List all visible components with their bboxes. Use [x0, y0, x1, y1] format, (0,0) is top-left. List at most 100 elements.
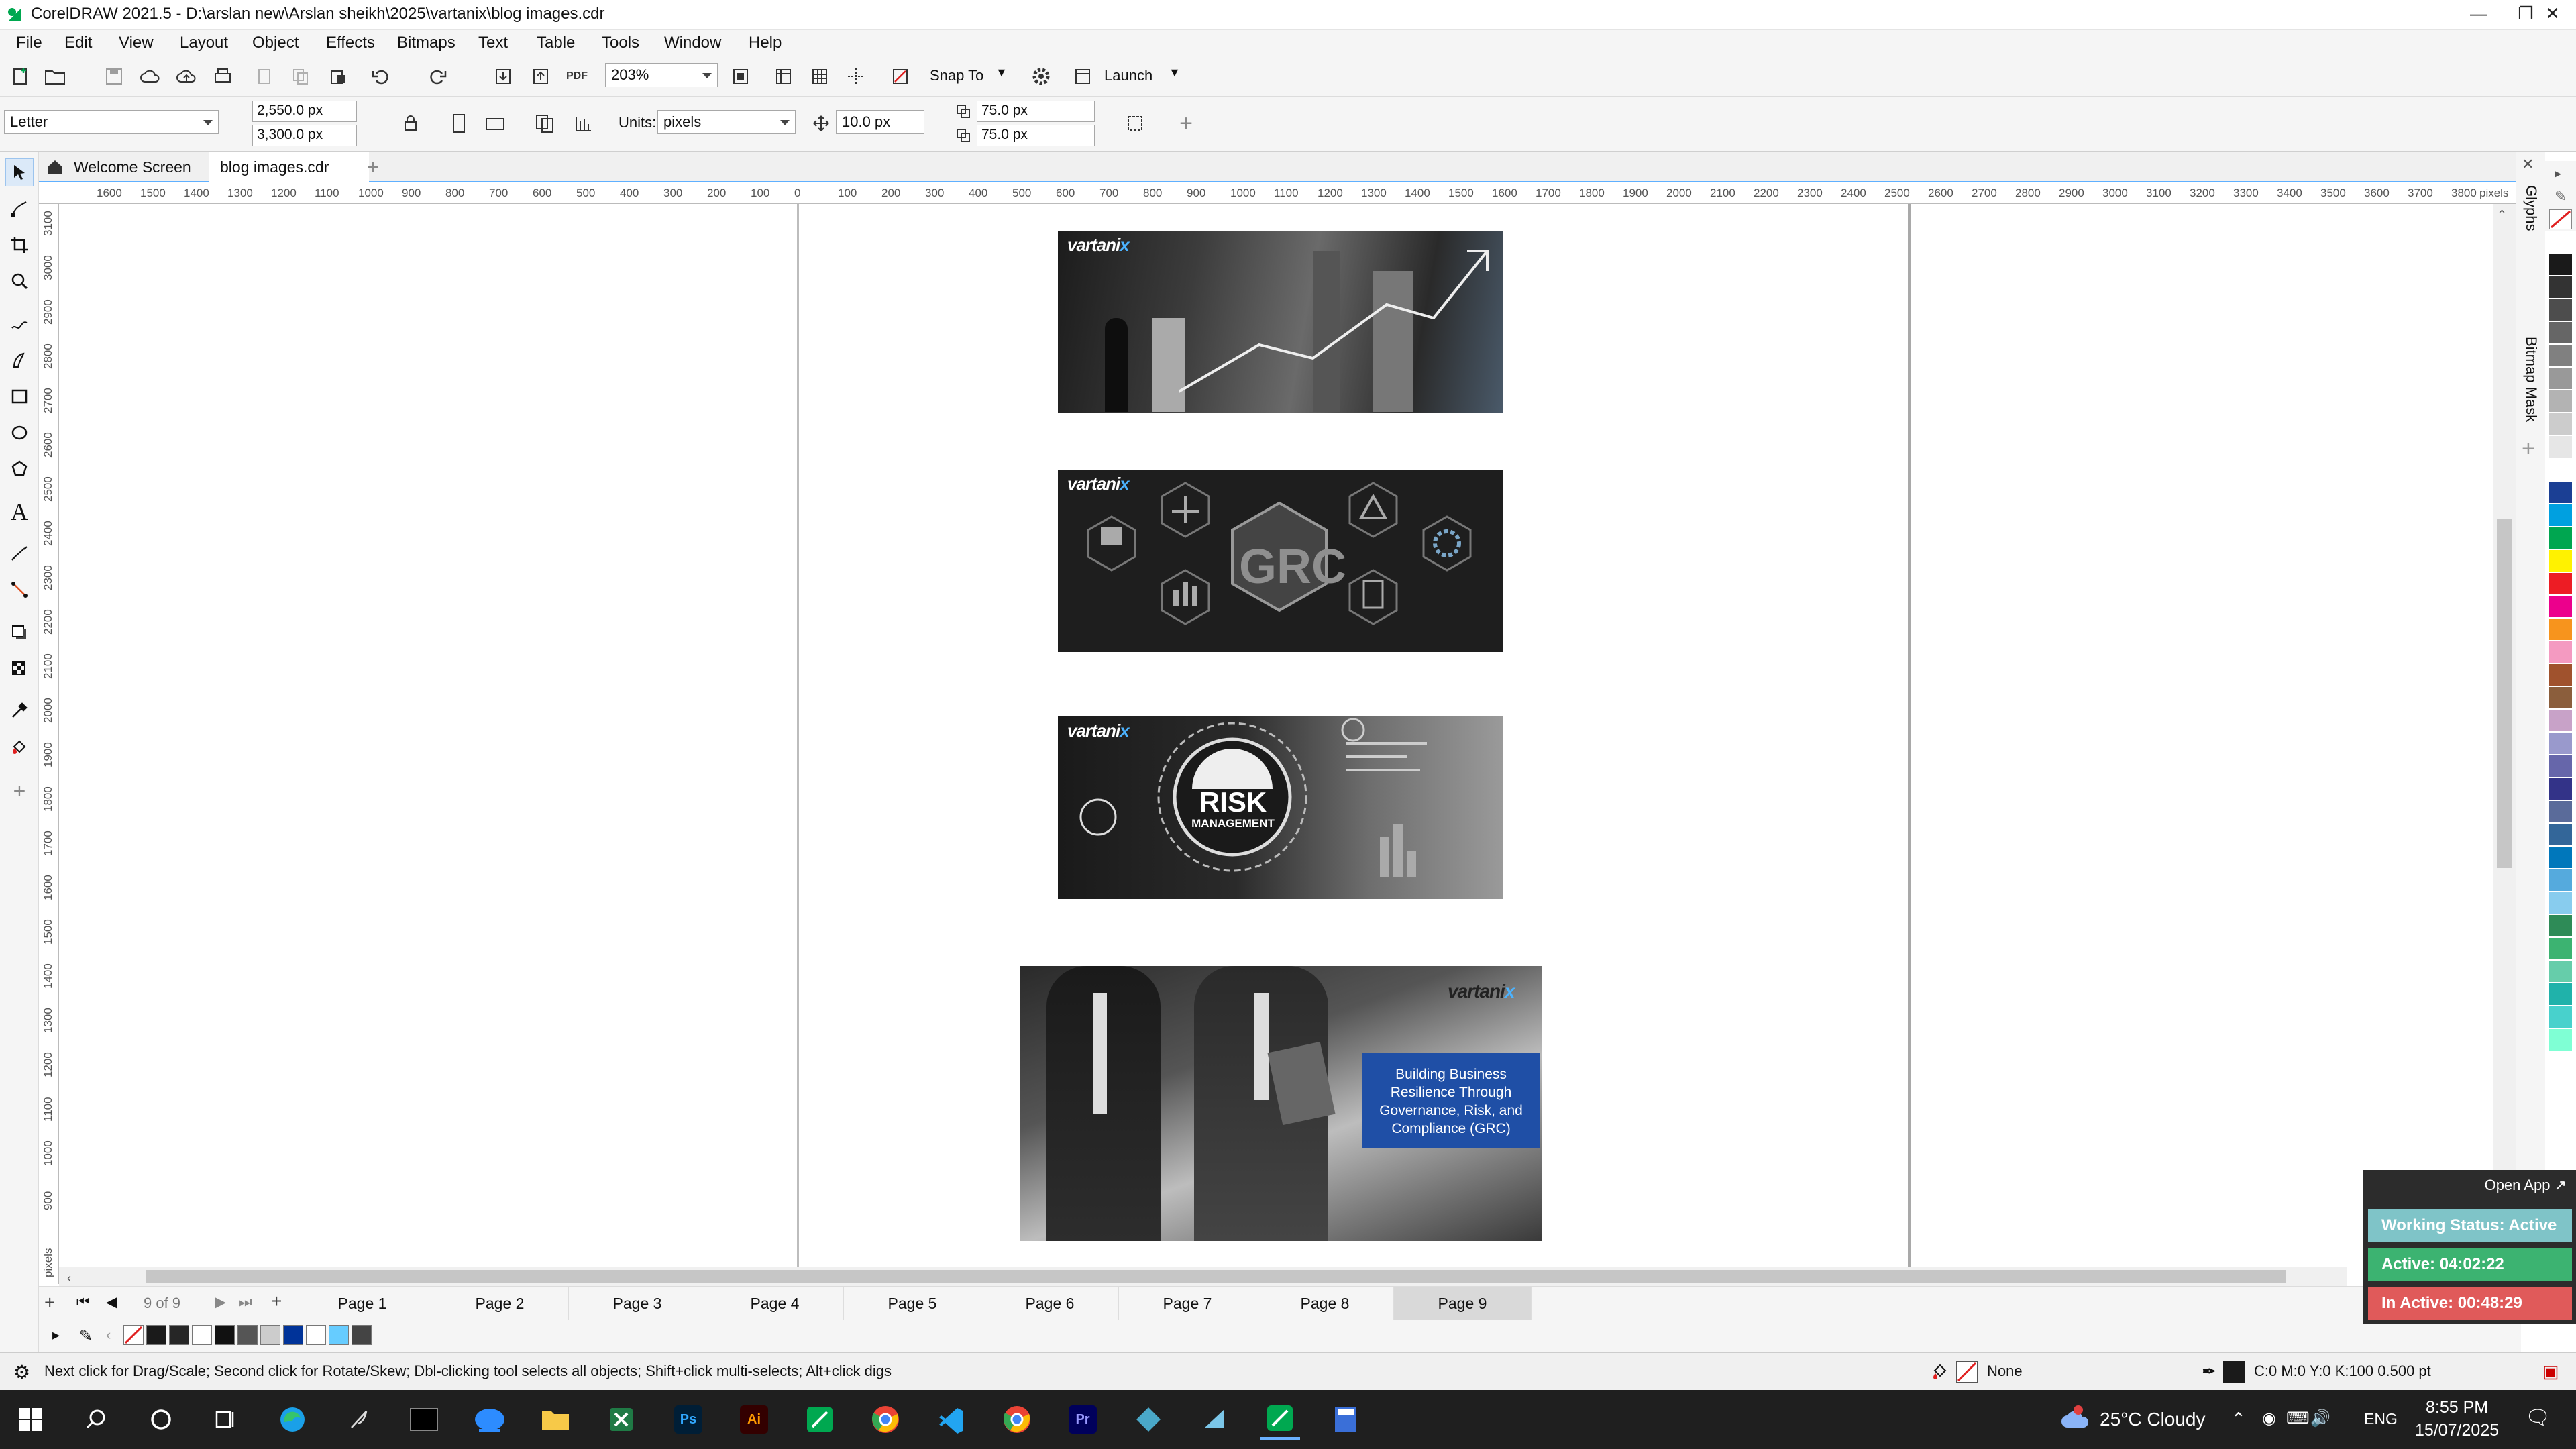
- polygon-tool-icon[interactable]: [5, 455, 34, 483]
- snap-to-label[interactable]: Snap To: [930, 67, 983, 85]
- horizontal-ruler[interactable]: 1600 1500 1400 1300 1200 1100 1000 900 800 700 600…: [54, 182, 2516, 204]
- palette-color-swatch[interactable]: [2549, 504, 2572, 526]
- page-height-input[interactable]: 3,300.0 px: [252, 125, 357, 146]
- drop-shadow-tool-icon[interactable]: [5, 619, 34, 647]
- blog-image-3[interactable]: RISK MANAGEMENT vartanix: [1058, 716, 1503, 899]
- add-page-after-icon[interactable]: +: [271, 1291, 282, 1312]
- text-tool-icon[interactable]: A: [5, 498, 34, 526]
- page-tab-4[interactable]: Page 4: [706, 1287, 844, 1320]
- all-pages-icon[interactable]: [530, 109, 559, 138]
- rectangle-tool-icon[interactable]: [5, 382, 34, 411]
- palette-color-swatch[interactable]: [2549, 801, 2572, 822]
- coreldraw-active-icon[interactable]: [1260, 1399, 1300, 1440]
- add-page-before-icon[interactable]: +: [44, 1292, 55, 1313]
- terminal-icon[interactable]: [404, 1399, 444, 1440]
- palette-color-swatch[interactable]: [2549, 710, 2572, 731]
- page-tab-8[interactable]: Page 8: [1256, 1287, 1394, 1320]
- ellipse-tool-icon[interactable]: [5, 419, 34, 447]
- freehand-tool-icon[interactable]: [5, 310, 34, 338]
- menu-table[interactable]: Table: [537, 34, 575, 52]
- palette-color-swatch[interactable]: [2549, 459, 2572, 480]
- color-swatch[interactable]: [352, 1325, 372, 1345]
- parallel-dimension-tool-icon[interactable]: [5, 539, 34, 568]
- search-icon[interactable]: [76, 1399, 117, 1440]
- palette-color-swatch[interactable]: [2549, 733, 2572, 754]
- photoshop-icon[interactable]: Ps: [668, 1399, 708, 1440]
- minimize-button[interactable]: —: [2455, 0, 2502, 27]
- palette-scroll-up-icon[interactable]: ▸: [2555, 165, 2561, 182]
- palette-color-swatch[interactable]: [2549, 687, 2572, 708]
- shape-tool-icon[interactable]: [5, 195, 34, 223]
- color-swatch[interactable]: [283, 1325, 303, 1345]
- color-swatch[interactable]: [306, 1325, 326, 1345]
- launch-label[interactable]: Launch: [1104, 67, 1152, 85]
- illustrator-icon[interactable]: Ai: [734, 1399, 774, 1440]
- palette-color-swatch[interactable]: [2549, 847, 2572, 868]
- scroll-up-icon[interactable]: ⌃: [2497, 208, 2507, 222]
- file-explorer-icon[interactable]: [535, 1399, 576, 1440]
- export-icon[interactable]: [526, 62, 555, 91]
- eyedropper-tool-icon[interactable]: [5, 696, 34, 724]
- color-swatch[interactable]: [237, 1325, 258, 1345]
- tab-welcome-screen[interactable]: Welcome Screen: [42, 152, 203, 182]
- show-guidelines-icon[interactable]: [841, 62, 871, 91]
- menu-text[interactable]: Text: [478, 34, 508, 52]
- landscape-icon[interactable]: [480, 109, 510, 138]
- page-tab-2[interactable]: Page 2: [431, 1287, 569, 1320]
- cloud-upload-icon[interactable]: [172, 62, 201, 91]
- palette-color-swatch[interactable]: [2549, 254, 2572, 275]
- palette-color-swatch[interactable]: [2549, 550, 2572, 572]
- previous-page-icon[interactable]: ◀: [106, 1293, 117, 1311]
- menu-layout[interactable]: Layout: [180, 34, 228, 52]
- color-swatch[interactable]: [146, 1325, 166, 1345]
- new-document-icon[interactable]: [5, 62, 35, 91]
- units-select[interactable]: pixels: [657, 110, 796, 134]
- vscode-icon[interactable]: [931, 1399, 971, 1440]
- show-grid-icon[interactable]: [805, 62, 835, 91]
- color-swatch[interactable]: [329, 1325, 349, 1345]
- scroll-left-icon[interactable]: ‹: [59, 1271, 79, 1285]
- tray-network-icon[interactable]: ⌨: [2286, 1409, 2310, 1428]
- snap-off-icon[interactable]: [885, 62, 915, 91]
- outline-color-swatch[interactable]: [2223, 1361, 2245, 1383]
- current-page-icon[interactable]: [569, 109, 598, 138]
- palette-color-swatch[interactable]: [2549, 778, 2572, 800]
- nudge-icon[interactable]: [806, 109, 836, 138]
- notifications-icon[interactable]: 🗨: [2525, 1406, 2551, 1430]
- color-swatch[interactable]: [192, 1325, 212, 1345]
- blog-image-4[interactable]: vartanix Building Business Resilience Th…: [1020, 966, 1542, 1241]
- vertical-ruler[interactable]: 3100 3000 2900 2800 2700 2600 2500 2400 2300 2200…: [39, 204, 59, 1284]
- menu-help[interactable]: Help: [749, 34, 782, 52]
- palette-color-swatch[interactable]: [2549, 527, 2572, 549]
- clock-date[interactable]: 15/07/2025: [2415, 1421, 2499, 1440]
- menu-object[interactable]: Object: [252, 34, 299, 52]
- launch-chevron-down-icon[interactable]: ▼: [1169, 66, 1181, 80]
- calculator-icon[interactable]: [1326, 1399, 1366, 1440]
- pdf-icon[interactable]: PDF: [562, 62, 592, 91]
- palette-color-swatch[interactable]: [2549, 755, 2572, 777]
- print-icon[interactable]: [208, 62, 237, 91]
- start-windows-icon[interactable]: [11, 1399, 51, 1440]
- palette-color-swatch[interactable]: [2549, 1006, 2572, 1028]
- vertical-scrollbar[interactable]: ⌃: [2493, 204, 2516, 1267]
- palette-color-swatch[interactable]: [2549, 299, 2572, 321]
- page-tab-9-active[interactable]: Page 9: [1394, 1287, 1532, 1320]
- cut-icon[interactable]: [250, 62, 279, 91]
- new-tab-icon[interactable]: +: [360, 152, 386, 182]
- connector-tool-icon[interactable]: [5, 576, 34, 604]
- open-app-link[interactable]: Open App ↗: [2485, 1177, 2567, 1194]
- redo-icon[interactable]: [423, 62, 452, 91]
- color-swatch[interactable]: [215, 1325, 235, 1345]
- zoom-app-icon[interactable]: [470, 1399, 510, 1440]
- palette-eyedropper-icon[interactable]: ✎: [2555, 188, 2567, 205]
- cloud-icon[interactable]: [136, 62, 165, 91]
- no-color-swatch[interactable]: [123, 1325, 144, 1345]
- duplicate-x-input[interactable]: 75.0 px: [977, 101, 1095, 122]
- clock-time[interactable]: 8:55 PM: [2426, 1398, 2488, 1417]
- fill-none-swatch[interactable]: [1956, 1361, 1978, 1383]
- portrait-icon[interactable]: [444, 109, 474, 138]
- feather-app-icon[interactable]: [339, 1399, 380, 1440]
- nudge-distance-input[interactable]: 10.0 px: [836, 110, 924, 134]
- palette-color-swatch[interactable]: [2549, 482, 2572, 503]
- page-tab-6[interactable]: Page 6: [981, 1287, 1119, 1320]
